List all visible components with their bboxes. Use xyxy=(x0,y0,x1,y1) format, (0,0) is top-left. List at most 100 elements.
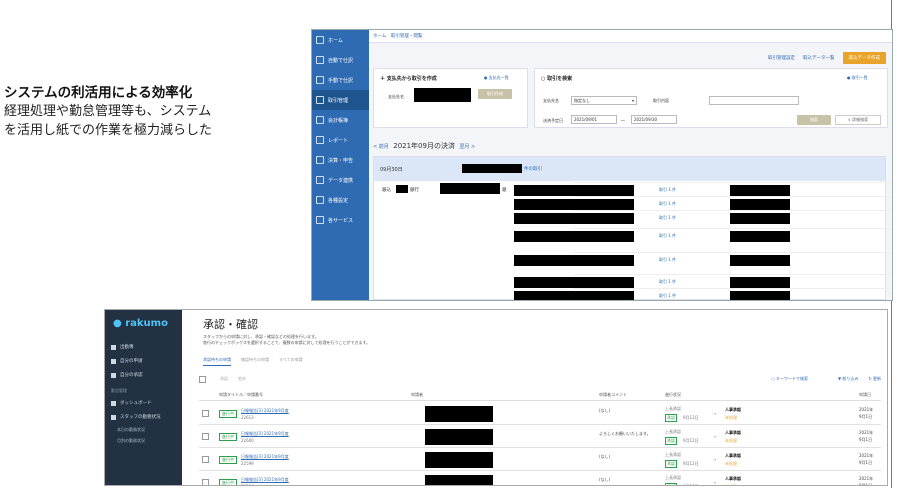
table-row[interactable]: 進行中 日報報告[3] 2021年9月度 22613 (なし) 上長承認 承認 9月12日 →… xyxy=(199,403,881,425)
table-row[interactable]: 進行中 日報報告[3] 2021年9月度 22599 (なし) 上長承認 承認 9月12日 →… xyxy=(199,449,881,471)
transaction-row[interactable]: 取引 1 件 xyxy=(514,196,892,210)
request-title-link[interactable]: 日報報告[3] 2021年9月度 xyxy=(241,431,289,437)
action-bar: 取引管理設定 取込データ一覧 取込データ作成 xyxy=(768,52,886,64)
detail-search-button[interactable]: ∨ 詳細検索 xyxy=(835,115,881,125)
caption-line-1: 経理処理や勤怠管理等も、システム xyxy=(4,104,212,119)
payee-label: 支払先名 xyxy=(388,94,404,99)
prev-month-link[interactable]: < 前月 xyxy=(373,144,389,150)
col-comment: 申請者コメント xyxy=(599,392,627,397)
keyword-search[interactable]: ○ キーワードで検索 xyxy=(771,376,808,382)
redacted-text xyxy=(514,277,634,288)
transaction-row[interactable]: 取引 1 件 xyxy=(514,182,892,196)
sidebar-subitem[interactable]: 本日の勤務状況 xyxy=(105,424,182,435)
create-import-button[interactable]: 取込データ作成 xyxy=(842,52,886,64)
caption: システムの利活用による効率化 経理処理や勤怠管理等も、システム を活用し紙での作… xyxy=(4,84,304,140)
date-to-input[interactable]: 2021/09/30 xyxy=(631,115,677,124)
settings-link[interactable]: 取引管理設定 xyxy=(768,55,795,61)
search-button[interactable]: 検索 xyxy=(797,115,831,125)
tab-confirm[interactable]: 確認待ちの申請 xyxy=(241,357,269,366)
row-checkbox[interactable] xyxy=(202,456,209,463)
transaction-row[interactable]: 取引 1 件 xyxy=(514,288,892,300)
next-month-link[interactable]: 翌月 > xyxy=(459,144,475,150)
transaction-count-link[interactable]: 取引 1 件 xyxy=(659,201,676,207)
table-row[interactable]: 進行中日報報告[3] 2021年9月度22598 (なし) 上長承認承認 9月12日 →… xyxy=(199,472,881,485)
content-input[interactable] xyxy=(709,96,799,105)
row-checkbox[interactable] xyxy=(202,433,209,440)
redacted-count xyxy=(462,164,522,173)
month-nav: < 前月 2021年09月の決済 翌月 > xyxy=(373,141,475,151)
sidebar-item[interactable]: スタッフの勤務状況 xyxy=(105,410,182,424)
search-card: ○ 取引を検索 ● 取引一覧 支払先名 指定なし ▾ 取引内容 決済予定日 202… xyxy=(534,68,888,128)
tab-all[interactable]: すべての申請 xyxy=(279,357,303,366)
approve-button[interactable]: 承認 xyxy=(220,376,228,382)
sidebar-item[interactable]: 手動で仕訳 xyxy=(312,70,369,90)
transaction-row[interactable]: 取引 1 件 xyxy=(514,252,892,266)
request-number: 22600 xyxy=(241,438,254,443)
redacted-text xyxy=(514,291,634,300)
transaction-row[interactable]: 取引 1 件 xyxy=(514,210,892,224)
arrow-right-icon: → xyxy=(713,411,717,416)
breadcrumb[interactable]: ホーム 取引管理・閲覧 xyxy=(373,33,422,39)
sidebar-item[interactable]: 取引管理 xyxy=(312,90,369,110)
filter-button[interactable]: ▼ 絞り込み xyxy=(838,376,858,382)
sidebar-item[interactable]: 会計帳簿 xyxy=(312,110,369,130)
sidebar-item[interactable]: 各サービス xyxy=(312,210,369,230)
request-number: 22599 xyxy=(241,461,254,466)
staff-icon xyxy=(111,414,116,420)
sidebar-item[interactable]: データ連携 xyxy=(312,170,369,190)
sidebar-item[interactable]: 出勤簿 xyxy=(105,340,182,354)
approval-icon xyxy=(111,372,116,378)
request-title-link[interactable]: 日報報告[3] 2021年9月度 xyxy=(241,477,289,483)
sidebar-item[interactable]: 自動で仕訳 xyxy=(312,50,369,70)
create-transaction-button[interactable]: 取引作成 xyxy=(478,89,512,99)
sidebar-subitem[interactable]: 月別の勤務状況 xyxy=(105,435,182,446)
transaction-count-link[interactable]: 取引 1 件 xyxy=(659,233,676,239)
sidebar-item-label: 手動で仕訳 xyxy=(328,77,354,84)
redacted-text xyxy=(514,255,634,266)
redacted-amount xyxy=(730,291,790,300)
row-checkbox[interactable] xyxy=(202,479,209,485)
transaction-list-link[interactable]: ● 取引一覧 xyxy=(847,75,868,81)
request-date-day: 9月1日 xyxy=(859,414,873,419)
transaction-count-link[interactable]: 取引 1 件 xyxy=(659,215,676,221)
select-all-checkbox[interactable] xyxy=(199,375,206,383)
sidebar-item[interactable]: 自分の申請 xyxy=(105,354,182,368)
refresh-button[interactable]: ↻ 更新 xyxy=(868,376,881,382)
sidebar-item[interactable]: 自分の承認 xyxy=(105,368,182,382)
date-separator: 〜 xyxy=(621,118,625,123)
payee-select[interactable]: 指定なし ▾ xyxy=(571,96,637,105)
transaction-count-link[interactable]: 取引 1 件 xyxy=(659,187,676,193)
sidebar-item[interactable]: ダッシュボード xyxy=(105,396,182,410)
table-row[interactable]: 進行中 日報報告[3] 2021年9月度 22600 よろしくお願いいたします。 上長承… xyxy=(199,426,881,448)
transaction-count-link[interactable]: 取引 1 件 xyxy=(659,279,676,285)
panel-date: 09月30日 xyxy=(380,166,403,173)
step-from-state: 承認 xyxy=(665,437,677,445)
request-number: 22613 xyxy=(241,415,254,420)
sidebar-item[interactable]: 決算・申告 xyxy=(312,150,369,170)
chevron-down-icon: ▾ xyxy=(631,98,634,103)
request-title-link[interactable]: 日報報告[3] 2021年9月度 xyxy=(241,408,289,414)
sidebar-item[interactable]: 各種設定 xyxy=(312,190,369,210)
sidebar-item[interactable]: ホーム xyxy=(312,30,369,50)
date-from-input[interactable]: 2021/09/01 xyxy=(571,115,617,124)
row-checkbox[interactable] xyxy=(202,410,209,417)
sidebar-item-label: レポート xyxy=(328,137,349,144)
redacted-applicant xyxy=(425,475,493,485)
transactions-panel: 09月30日 件の取引 銀込 銀行 銀 取引 1 件取引 1 件取引 1 件取引… xyxy=(373,156,892,300)
tab-pending[interactable]: 承認待ちの申請 xyxy=(203,357,231,366)
import-list-link[interactable]: 取込データ一覧 xyxy=(803,55,835,61)
caption-line-2: を活用し紙での作業を極力減らした xyxy=(4,123,213,138)
page-title: 承認・確認 xyxy=(203,318,258,331)
transaction-count-link[interactable]: 取引 1 件 xyxy=(659,293,676,299)
applicant-comment: (なし) xyxy=(599,454,611,459)
transaction-row[interactable]: 取引 1 件 xyxy=(514,274,892,288)
timesheet-icon xyxy=(111,344,116,350)
transaction-row[interactable]: 取引 1 件 xyxy=(514,228,892,242)
sidebar-item[interactable]: レポート xyxy=(312,130,369,150)
transaction-count-link[interactable]: 取引 1 件 xyxy=(659,257,676,263)
request-title-link[interactable]: 日報報告[3] 2021年9月度 xyxy=(241,454,289,460)
payee-list-link[interactable]: ● 支払先一覧 xyxy=(484,75,509,81)
arrow-right-icon: → xyxy=(713,480,717,485)
return-button[interactable]: 差戻 xyxy=(238,376,246,382)
sidebar: ホーム 自動で仕訳手動で仕訳取引管理 会計帳簿レポート決算・申告 データ連携 各種設定各… xyxy=(312,30,369,300)
